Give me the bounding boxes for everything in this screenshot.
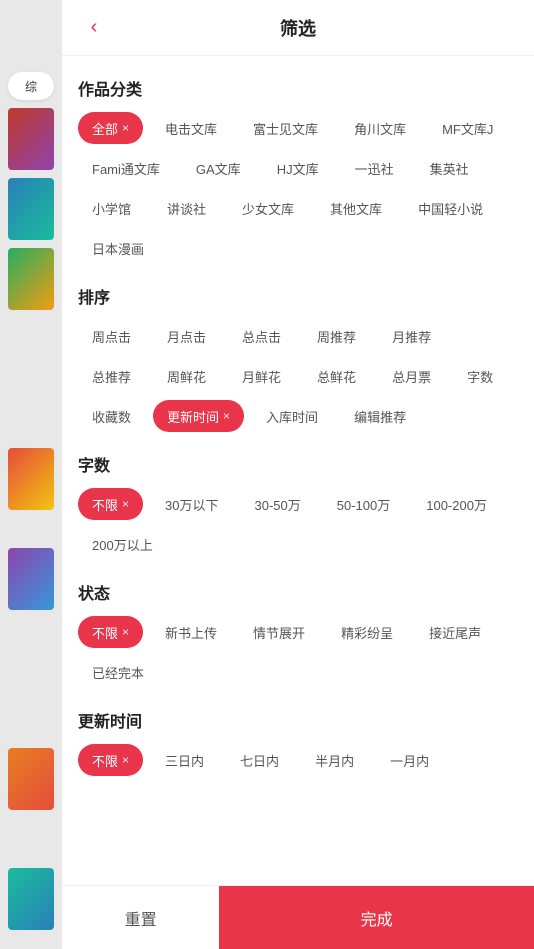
book-cover-6 bbox=[8, 748, 54, 810]
tag-不限-status[interactable]: 不限 × bbox=[78, 616, 143, 648]
filter-header: ‹ 筛选 bbox=[62, 0, 534, 56]
update-time-tags: 不限 × 三日内 七日内 半月内 一月内 bbox=[78, 744, 518, 776]
tag-半月内[interactable]: 半月内 bbox=[301, 744, 368, 776]
filter-title: 筛选 bbox=[280, 15, 316, 41]
tag-日本漫画[interactable]: 日本漫画 bbox=[78, 232, 158, 264]
back-icon: ‹ bbox=[91, 16, 98, 39]
back-button[interactable]: ‹ bbox=[78, 12, 110, 44]
filter-content: 作品分类 全部 × 电击文库 富士见文库 角川文库 MF文库J Fami通文库 … bbox=[62, 56, 534, 885]
update-time-section: 更新时间 不限 × 三日内 七日内 半月内 一月内 bbox=[78, 708, 518, 776]
tag-小学馆[interactable]: 小学馆 bbox=[78, 192, 145, 224]
close-不限-status-icon[interactable]: × bbox=[122, 625, 129, 639]
tag-周推荐[interactable]: 周推荐 bbox=[303, 320, 370, 352]
close-更新时间-icon[interactable]: × bbox=[223, 409, 230, 423]
tag-总鲜花[interactable]: 总鲜花 bbox=[303, 360, 370, 392]
tag-周鲜花[interactable]: 周鲜花 bbox=[153, 360, 220, 392]
sidebar-tab-label: 综 bbox=[25, 78, 37, 95]
tag-三日内[interactable]: 三日内 bbox=[151, 744, 218, 776]
tag-GA文库[interactable]: GA文库 bbox=[182, 152, 255, 184]
book-cover-1 bbox=[8, 108, 54, 170]
tag-Fami通文库[interactable]: Fami通文库 bbox=[78, 152, 174, 184]
tag-200万以上[interactable]: 200万以上 bbox=[78, 528, 167, 560]
tag-角川文库[interactable]: 角川文库 bbox=[340, 112, 420, 144]
tag-接近尾声[interactable]: 接近尾声 bbox=[415, 616, 495, 648]
book-cover-2 bbox=[8, 178, 54, 240]
book-cover-7 bbox=[8, 868, 54, 930]
tag-一月内[interactable]: 一月内 bbox=[376, 744, 443, 776]
tag-月鲜花[interactable]: 月鲜花 bbox=[228, 360, 295, 392]
wordcount-section: 字数 不限 × 30万以下 30-50万 50-100万 100-200万 20… bbox=[78, 452, 518, 560]
book-cover-5 bbox=[8, 548, 54, 610]
tag-一迅社[interactable]: 一迅社 bbox=[341, 152, 408, 184]
tag-不限-wordcount[interactable]: 不限 × bbox=[78, 488, 143, 520]
tag-已经完本[interactable]: 已经完本 bbox=[78, 656, 158, 688]
tag-中国轻小说[interactable]: 中国轻小说 bbox=[404, 192, 497, 224]
wordcount-title: 字数 bbox=[78, 452, 518, 476]
tag-MF文库J[interactable]: MF文库J bbox=[428, 112, 507, 144]
close-不限-wordcount-icon[interactable]: × bbox=[122, 497, 129, 511]
tag-100-200万[interactable]: 100-200万 bbox=[412, 488, 501, 520]
sidebar: 综 bbox=[0, 0, 62, 949]
tag-入库时间[interactable]: 入库时间 bbox=[252, 400, 332, 432]
tag-不限-update[interactable]: 不限 × bbox=[78, 744, 143, 776]
reset-button[interactable]: 重置 bbox=[62, 886, 219, 949]
tag-电击文库[interactable]: 电击文库 bbox=[151, 112, 231, 144]
book-cover-4 bbox=[8, 448, 54, 510]
tag-字数[interactable]: 字数 bbox=[453, 360, 507, 392]
tag-总点击[interactable]: 总点击 bbox=[228, 320, 295, 352]
tag-讲谈社[interactable]: 讲谈社 bbox=[153, 192, 220, 224]
tag-月点击[interactable]: 月点击 bbox=[153, 320, 220, 352]
tag-富士见文库[interactable]: 富士见文库 bbox=[239, 112, 332, 144]
close-不限-update-icon[interactable]: × bbox=[122, 753, 129, 767]
tag-其他文库[interactable]: 其他文库 bbox=[316, 192, 396, 224]
tag-HJ文库[interactable]: HJ文库 bbox=[263, 152, 333, 184]
sort-section: 排序 周点击 月点击 总点击 周推荐 月推荐 总推荐 周鲜花 月鲜花 总鲜花 总… bbox=[78, 284, 518, 432]
sidebar-综-tab[interactable]: 综 bbox=[8, 72, 54, 100]
tag-集英社[interactable]: 集英社 bbox=[416, 152, 483, 184]
tag-全部[interactable]: 全部 × bbox=[78, 112, 143, 144]
bottom-bar: 重置 完成 bbox=[62, 885, 534, 949]
status-tags: 不限 × 新书上传 情节展开 精彩纷呈 接近尾声 已经完本 bbox=[78, 616, 518, 688]
filter-panel: ‹ 筛选 作品分类 全部 × 电击文库 富士见文库 角川文库 MF文库J Fam… bbox=[62, 0, 534, 949]
tag-周点击[interactable]: 周点击 bbox=[78, 320, 145, 352]
tag-50-100万[interactable]: 50-100万 bbox=[323, 488, 404, 520]
tag-月推荐[interactable]: 月推荐 bbox=[378, 320, 445, 352]
category-tags: 全部 × 电击文库 富士见文库 角川文库 MF文库J Fami通文库 GA文库 … bbox=[78, 112, 518, 264]
category-section: 作品分类 全部 × 电击文库 富士见文库 角川文库 MF文库J Fami通文库 … bbox=[78, 76, 518, 264]
tag-收藏数[interactable]: 收藏数 bbox=[78, 400, 145, 432]
tag-精彩纷呈[interactable]: 精彩纷呈 bbox=[327, 616, 407, 648]
page-wrapper: 综 ‹ 筛选 作品分类 全部 × 电击文库 富士见文库 bbox=[0, 0, 534, 949]
confirm-button[interactable]: 完成 bbox=[219, 886, 534, 949]
tag-30-50万[interactable]: 30-50万 bbox=[241, 488, 315, 520]
status-title: 状态 bbox=[78, 580, 518, 604]
status-section: 状态 不限 × 新书上传 情节展开 精彩纷呈 接近尾声 已经完本 bbox=[78, 580, 518, 688]
wordcount-tags: 不限 × 30万以下 30-50万 50-100万 100-200万 200万以… bbox=[78, 488, 518, 560]
book-cover-3 bbox=[8, 248, 54, 310]
tag-情节展开[interactable]: 情节展开 bbox=[239, 616, 319, 648]
tag-少女文库[interactable]: 少女文库 bbox=[228, 192, 308, 224]
sort-title: 排序 bbox=[78, 284, 518, 308]
category-title: 作品分类 bbox=[78, 76, 518, 100]
sort-tags: 周点击 月点击 总点击 周推荐 月推荐 总推荐 周鲜花 月鲜花 总鲜花 总月票 … bbox=[78, 320, 518, 432]
update-time-title: 更新时间 bbox=[78, 708, 518, 732]
tag-编辑推荐[interactable]: 编辑推荐 bbox=[340, 400, 420, 432]
tag-七日内[interactable]: 七日内 bbox=[226, 744, 293, 776]
close-全部-icon[interactable]: × bbox=[122, 121, 129, 135]
tag-30万以下[interactable]: 30万以下 bbox=[151, 488, 232, 520]
tag-总月票[interactable]: 总月票 bbox=[378, 360, 445, 392]
tag-总推荐[interactable]: 总推荐 bbox=[78, 360, 145, 392]
tag-新书上传[interactable]: 新书上传 bbox=[151, 616, 231, 648]
tag-更新时间[interactable]: 更新时间 × bbox=[153, 400, 244, 432]
